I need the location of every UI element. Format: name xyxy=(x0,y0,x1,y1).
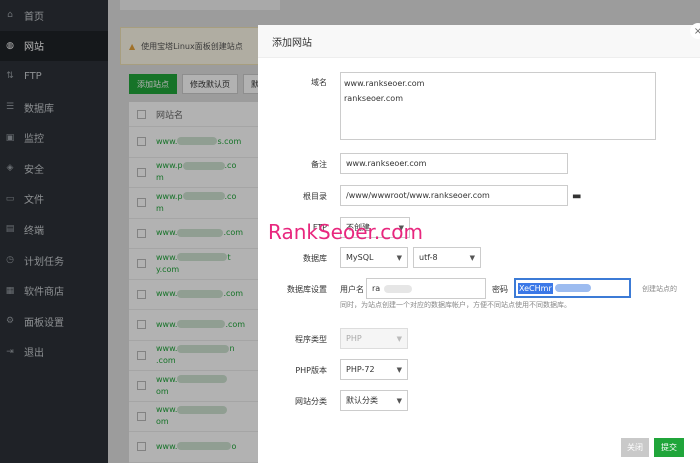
close-button[interactable]: 关闭 xyxy=(621,438,649,457)
database-type-select[interactable]: MySQL ▼ xyxy=(340,247,408,268)
password-input[interactable]: XeCHmr xyxy=(514,278,631,298)
database-settings-label: 数据库设置 xyxy=(287,285,327,294)
chevron-down-icon: ▼ xyxy=(396,396,402,405)
program-type-select: PHP ▼ xyxy=(340,328,408,349)
root-dir-label: 根目录 xyxy=(303,192,327,201)
domain-line: rankseoer.com xyxy=(344,94,403,103)
php-version-value: PHP-72 xyxy=(346,365,375,374)
dialog-header: 添加网站 xyxy=(258,25,700,58)
username-value: ra xyxy=(372,284,381,293)
username-label: 用户名 xyxy=(340,285,364,294)
root-dir-input[interactable]: /www/wwwroot/www.rankseoer.com xyxy=(340,185,568,206)
chevron-down-icon: ▼ xyxy=(396,253,402,262)
database-type-value: MySQL xyxy=(346,253,374,262)
remark-label: 备注 xyxy=(311,160,327,169)
dialog-title: 添加网站 xyxy=(272,37,312,49)
program-type-value: PHP xyxy=(346,334,362,343)
password-value: XeCHmr xyxy=(518,282,553,294)
submit-button[interactable]: 提交 xyxy=(654,438,684,457)
php-version-label: PHP版本 xyxy=(295,366,327,375)
database-label: 数据库 xyxy=(303,254,327,263)
chevron-down-icon: ▼ xyxy=(396,334,402,343)
db-hint-right: 创建站点的 xyxy=(642,285,677,293)
charset-value: utf-8 xyxy=(419,253,438,262)
password-label: 密码 xyxy=(492,285,508,294)
close-icon[interactable]: × xyxy=(690,23,700,39)
remark-input[interactable]: www.rankseoer.com xyxy=(340,153,568,174)
site-category-select[interactable]: 默认分类 ▼ xyxy=(340,390,408,411)
domain-line: www.rankseoer.com xyxy=(344,79,425,88)
domain-label: 域名 xyxy=(311,78,327,87)
database-hint: 同时，为站点创建一个对应的数据库帐户，方便不同站点使用不同数据库。 xyxy=(340,301,571,309)
chevron-down-icon: ▼ xyxy=(396,365,402,374)
charset-select[interactable]: utf-8 ▼ xyxy=(413,247,481,268)
chevron-down-icon: ▼ xyxy=(469,253,475,262)
watermark: RankSeoer.com xyxy=(268,220,423,244)
redacted-blur xyxy=(384,284,413,293)
site-category-value: 默认分类 xyxy=(346,396,378,405)
domain-textarea[interactable]: www.rankseoer.com rankseoer.com xyxy=(340,72,656,140)
folder-icon[interactable]: ▬ xyxy=(572,191,581,202)
redacted-blur xyxy=(554,284,591,292)
program-type-label: 程序类型 xyxy=(295,335,327,344)
php-version-select[interactable]: PHP-72 ▼ xyxy=(340,359,408,380)
site-category-label: 网站分类 xyxy=(295,397,327,406)
add-site-dialog: 添加网站 × 域名 www.rankseoer.com rankseoer.co… xyxy=(258,23,700,463)
username-input[interactable]: ra xyxy=(366,278,486,299)
